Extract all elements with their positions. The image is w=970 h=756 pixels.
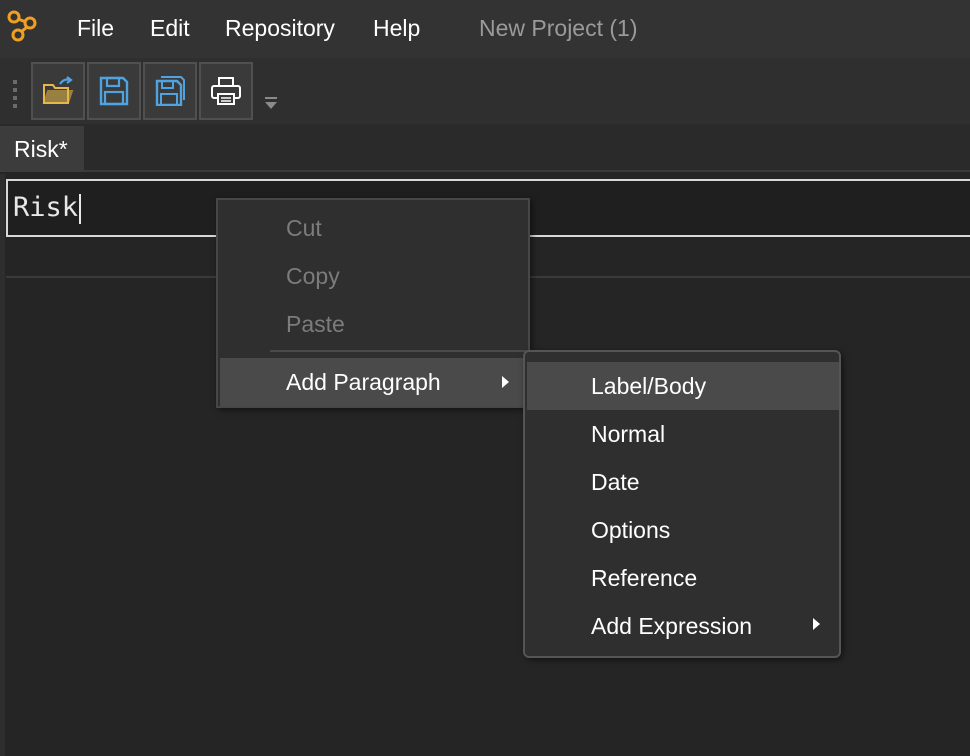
menu-bar: File Edit Repository Help New Project (1…: [0, 0, 970, 58]
menu-repository[interactable]: Repository: [225, 14, 335, 42]
open-button[interactable]: [31, 62, 85, 120]
submenu-item-add-expression-label: Add Expression: [591, 613, 753, 639]
submenu-item-reference[interactable]: Reference: [527, 554, 839, 602]
menu-edit[interactable]: Edit: [150, 14, 190, 42]
toolbar-grip[interactable]: [13, 80, 19, 110]
submenu-item-options[interactable]: Options: [527, 506, 839, 554]
context-item-add-paragraph-label: Add Paragraph: [286, 369, 441, 395]
context-item-paste[interactable]: Paste: [220, 300, 526, 348]
save-all-icon: [155, 76, 185, 106]
menu-help[interactable]: Help: [373, 14, 420, 42]
save-button[interactable]: [87, 62, 141, 120]
project-title: New Project (1): [479, 15, 638, 41]
submenu-item-label-body[interactable]: Label/Body: [527, 362, 839, 410]
toolbar-overflow-icon[interactable]: [263, 96, 279, 110]
tab-bar: [0, 124, 970, 172]
context-item-copy[interactable]: Copy: [220, 252, 526, 300]
print-icon: [211, 77, 241, 105]
text-caret: [79, 193, 82, 224]
context-item-add-paragraph[interactable]: Add Paragraph: [220, 358, 526, 406]
context-menu: Cut Copy Paste Add Paragraph: [216, 198, 530, 408]
print-button[interactable]: [199, 62, 253, 120]
context-separator: [270, 350, 528, 352]
app-logo-icon[interactable]: [6, 9, 40, 43]
submenu-item-add-expression[interactable]: Add Expression: [527, 602, 839, 650]
submenu-item-normal[interactable]: Normal: [527, 410, 839, 458]
menu-file[interactable]: File: [77, 14, 114, 42]
submenu-item-date[interactable]: Date: [527, 458, 839, 506]
submenu-arrow-icon: [502, 376, 509, 388]
tab-risk[interactable]: Risk*: [0, 126, 84, 172]
context-item-cut[interactable]: Cut: [220, 204, 526, 252]
save-all-button[interactable]: [143, 62, 197, 120]
add-paragraph-submenu: Label/Body Normal Date Options Reference…: [523, 350, 841, 658]
open-folder-icon: [42, 76, 74, 104]
submenu-arrow-icon: [813, 618, 820, 630]
title-input-value: Risk: [13, 192, 79, 223]
save-icon: [99, 76, 129, 106]
